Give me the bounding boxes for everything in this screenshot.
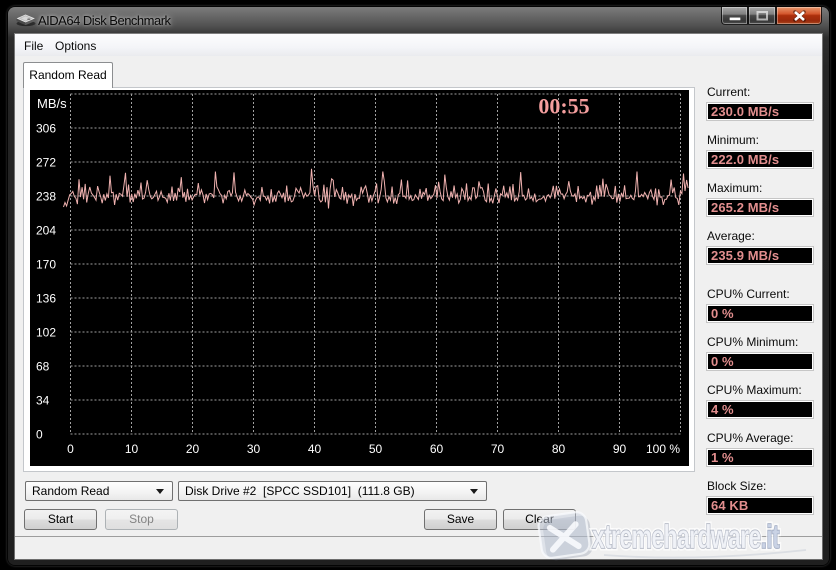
svg-text:40: 40 <box>307 442 321 456</box>
svg-text:80: 80 <box>551 442 565 456</box>
svg-text:238: 238 <box>36 190 56 204</box>
svg-text:MB/s: MB/s <box>37 96 67 111</box>
svg-text:30: 30 <box>246 442 260 456</box>
svg-text:204: 204 <box>36 224 56 238</box>
svg-text:272: 272 <box>36 156 56 170</box>
svg-text:70: 70 <box>490 442 504 456</box>
svg-text:90: 90 <box>612 442 626 456</box>
svg-text:306: 306 <box>36 122 56 136</box>
svg-text:0: 0 <box>67 442 74 456</box>
svg-text:60: 60 <box>429 442 443 456</box>
svg-text:100 %: 100 % <box>645 442 679 456</box>
svg-text:50: 50 <box>368 442 382 456</box>
svg-text:68: 68 <box>36 360 50 374</box>
svg-text:10: 10 <box>124 442 138 456</box>
svg-text:0: 0 <box>36 428 43 442</box>
svg-text:170: 170 <box>36 258 56 272</box>
svg-text:00:55: 00:55 <box>538 94 589 119</box>
svg-text:xtremehardware.it: xtremehardware.it <box>592 519 780 556</box>
svg-text:102: 102 <box>36 326 56 340</box>
svg-text:136: 136 <box>36 292 56 306</box>
svg-text:20: 20 <box>185 442 199 456</box>
svg-text:34: 34 <box>36 394 50 408</box>
